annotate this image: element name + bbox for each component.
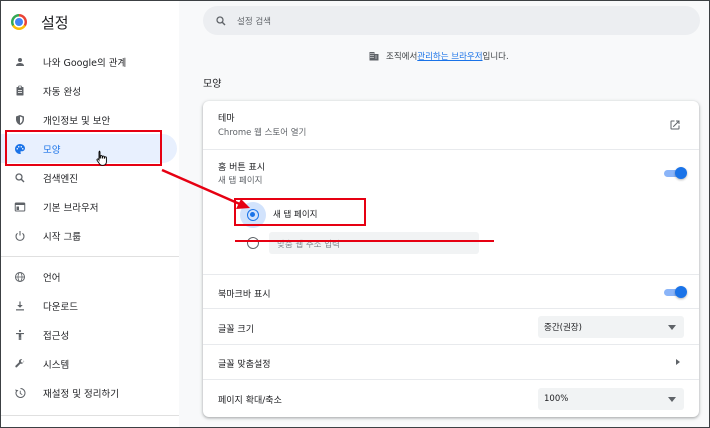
customize-fonts-label: 글꼴 맞춤설정 bbox=[218, 360, 271, 370]
sidebar-item-label: 자동 완성 bbox=[43, 86, 81, 98]
accessibility-icon bbox=[13, 328, 27, 342]
custom-url-input[interactable]: 맞춤 웹 주소 입력 bbox=[269, 232, 479, 254]
browser-icon bbox=[13, 200, 27, 214]
sidebar-item-label: 기본 브라우저 bbox=[43, 202, 99, 214]
sidebar-item-downloads[interactable]: 다운로드 bbox=[1, 291, 177, 320]
annotation-strike-line bbox=[235, 240, 494, 242]
restore-icon bbox=[13, 386, 27, 400]
font-size-label: 글꼴 크기 bbox=[218, 325, 254, 335]
toggle-knob bbox=[675, 167, 687, 179]
home-button-sub: 새 탭 페이지 bbox=[218, 176, 263, 186]
section-title: 모양 bbox=[203, 79, 222, 90]
page-zoom-row: 페이지 확대/축소 100% bbox=[203, 379, 699, 417]
chevron-down-icon bbox=[668, 325, 676, 330]
search-icon bbox=[13, 171, 27, 185]
font-size-select[interactable]: 중간(권장) bbox=[538, 316, 684, 338]
sidebar-divider bbox=[1, 415, 179, 416]
search-input[interactable]: 설정 검색 bbox=[203, 6, 700, 35]
managed-link[interactable]: 관리하는 브라우저 bbox=[417, 50, 482, 62]
sidebar-item-label: 나와 Google의 관계 bbox=[43, 57, 127, 69]
theme-sub: Chrome 웹 스토어 열기 bbox=[218, 128, 307, 138]
shield-icon bbox=[13, 113, 27, 127]
building-icon bbox=[368, 50, 380, 62]
sidebar-item-you-and-google[interactable]: 나와 Google의 관계 bbox=[1, 47, 177, 76]
sidebar-item-label: 접근성 bbox=[43, 330, 70, 342]
bookmarks-bar-row[interactable]: 북마크바 표시 bbox=[203, 274, 699, 308]
customize-fonts-row[interactable]: 글꼴 맞춤설정 bbox=[203, 344, 699, 379]
clipboard-icon bbox=[13, 84, 27, 98]
sidebar-item-label: 재설정 및 정리하기 bbox=[43, 388, 119, 400]
search-placeholder: 설정 검색 bbox=[237, 16, 271, 27]
search-icon bbox=[215, 15, 227, 27]
sidebar-item-languages[interactable]: 언어 bbox=[1, 262, 177, 291]
external-link-icon[interactable] bbox=[669, 119, 681, 134]
sidebar-item-on-startup[interactable]: 시작 그룹 bbox=[1, 221, 177, 250]
sidebar-item-label: 시작 그룹 bbox=[43, 231, 81, 243]
bookmarks-bar-label: 북마크바 표시 bbox=[218, 290, 271, 300]
hand-cursor-icon bbox=[96, 150, 108, 169]
app-title: 설정 bbox=[41, 13, 69, 32]
bookmarks-bar-toggle[interactable] bbox=[664, 286, 687, 298]
appearance-card: 테마 Chrome 웹 스토어 열기 홈 버튼 표시 새 탭 페이지 새 탭 페… bbox=[203, 101, 699, 417]
sidebar-divider bbox=[1, 256, 179, 257]
globe-icon bbox=[13, 270, 27, 284]
chevron-down-icon bbox=[668, 397, 676, 402]
sidebar-item-reset[interactable]: 재설정 및 정리하기 bbox=[1, 378, 177, 407]
theme-row[interactable]: 테마 Chrome 웹 스토어 열기 bbox=[203, 101, 699, 149]
wrench-icon bbox=[13, 357, 27, 371]
sidebar-item-autofill[interactable]: 자동 완성 bbox=[1, 76, 177, 105]
page-zoom-value: 100% bbox=[544, 394, 569, 404]
managed-text-prefix: 조직에서 bbox=[386, 52, 418, 62]
toggle-knob bbox=[675, 286, 687, 298]
power-icon bbox=[13, 229, 27, 243]
page-zoom-label: 페이지 확대/축소 bbox=[218, 396, 282, 406]
sidebar-item-label: 다운로드 bbox=[43, 301, 78, 313]
chrome-logo-icon bbox=[11, 14, 27, 30]
font-size-value: 중간(권장) bbox=[544, 323, 582, 333]
chevron-right-icon bbox=[676, 359, 680, 365]
sidebar-item-label: 개인정보 및 보안 bbox=[43, 115, 111, 127]
sidebar-item-accessibility[interactable]: 접근성 bbox=[1, 320, 177, 349]
managed-notice: 조직에서 관리하는 브라우저 입니다. bbox=[368, 50, 509, 62]
sidebar: 설정 나와 Google의 관계 자동 완성 개인정보 및 보안 모양 검색엔진… bbox=[1, 1, 179, 427]
managed-text-suffix: 입니다. bbox=[482, 52, 509, 62]
annotation-box-new-tab bbox=[234, 198, 366, 226]
annotation-box-appearance bbox=[5, 130, 162, 166]
font-size-row: 글꼴 크기 중간(권장) bbox=[203, 308, 699, 344]
sidebar-item-label: 시스템 bbox=[43, 359, 70, 371]
person-icon bbox=[13, 55, 27, 69]
sidebar-item-default-browser[interactable]: 기본 브라우저 bbox=[1, 192, 177, 221]
theme-label: 테마 bbox=[218, 114, 235, 124]
sidebar-item-search-engine[interactable]: 검색엔진 bbox=[1, 163, 177, 192]
home-button-toggle[interactable] bbox=[664, 167, 687, 179]
download-icon bbox=[13, 299, 27, 313]
brand: 설정 bbox=[11, 11, 69, 33]
sidebar-item-label: 검색엔진 bbox=[43, 173, 78, 185]
sidebar-item-system[interactable]: 시스템 bbox=[1, 349, 177, 378]
home-button-label: 홈 버튼 표시 bbox=[218, 163, 266, 173]
sidebar-item-label: 언어 bbox=[43, 272, 61, 284]
radio-custom-url[interactable] bbox=[247, 237, 259, 249]
page-zoom-select[interactable]: 100% bbox=[538, 388, 684, 410]
